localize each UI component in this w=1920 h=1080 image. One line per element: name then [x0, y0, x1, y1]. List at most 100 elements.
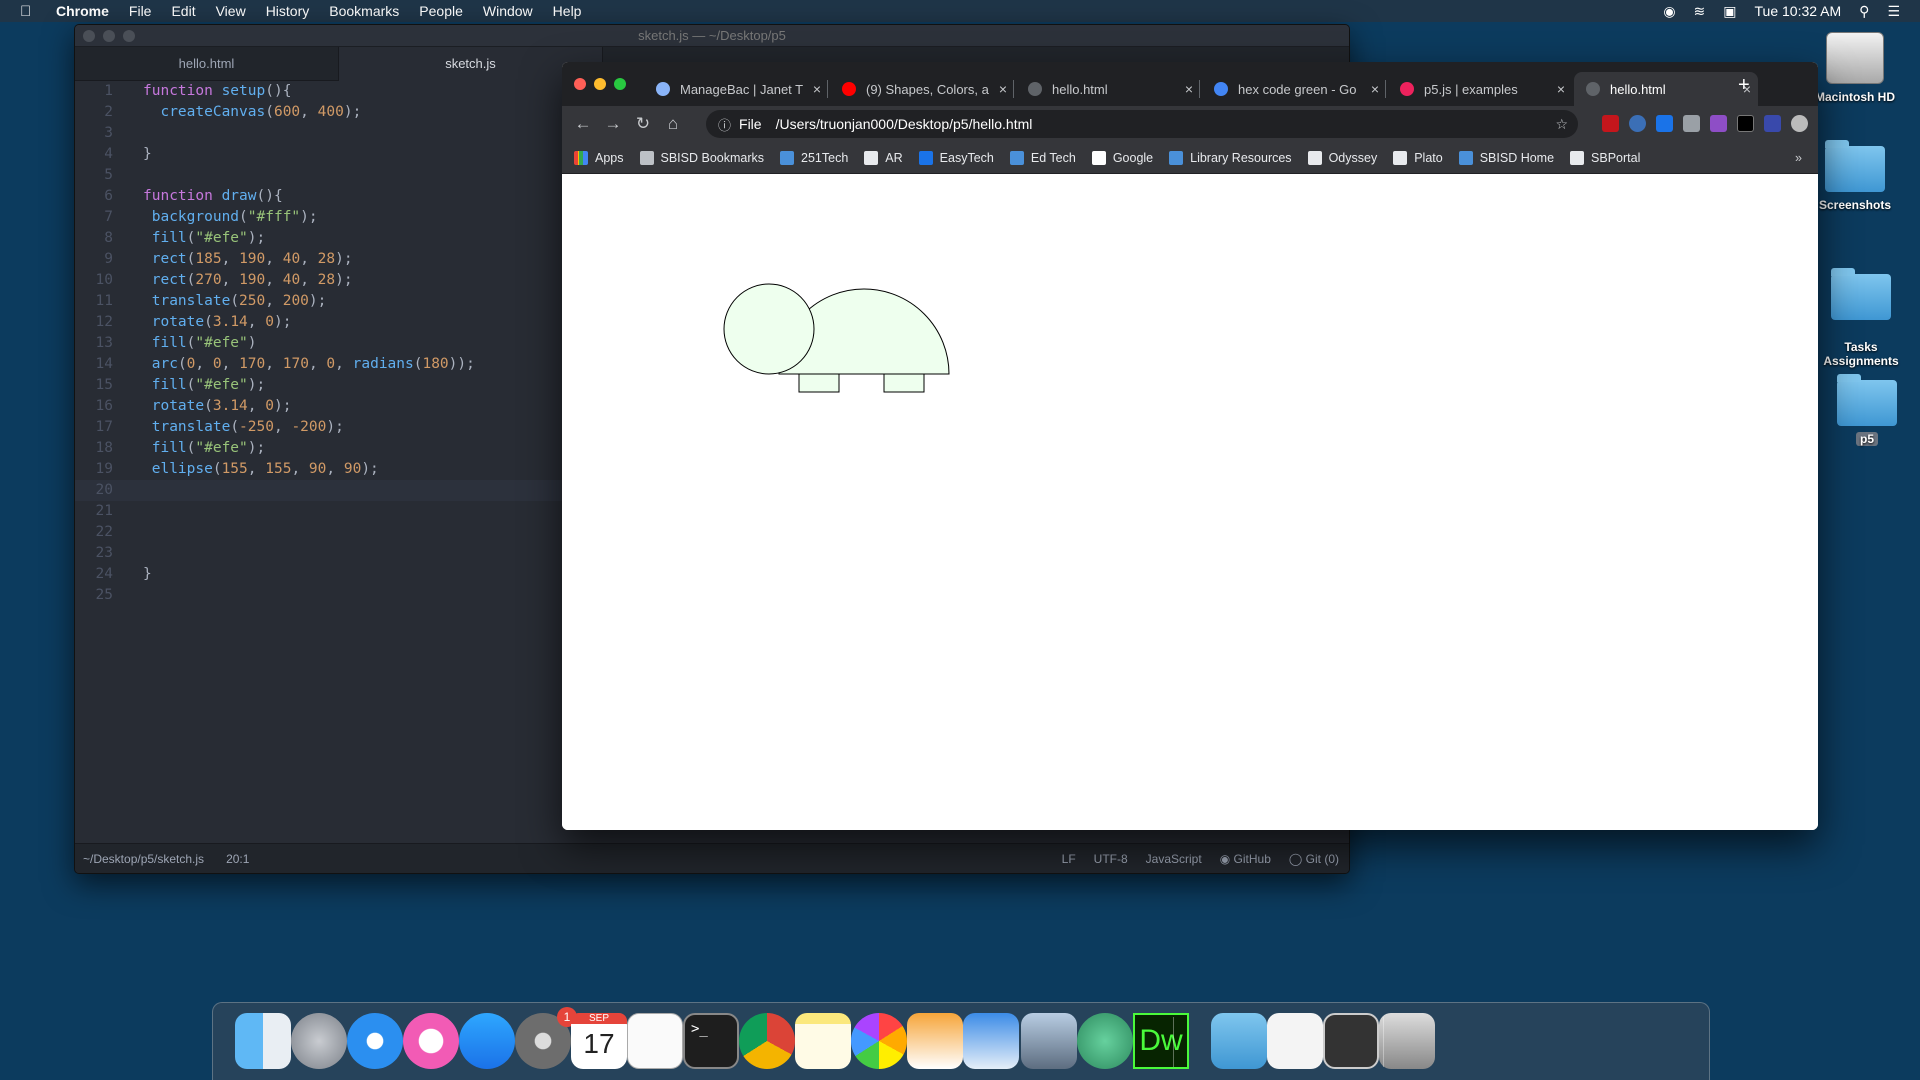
menu-edit[interactable]: Edit [171, 3, 195, 19]
line-number[interactable]: 20 [75, 480, 117, 501]
bookmark-item[interactable]: SBISD Home [1458, 150, 1554, 165]
status-encoding[interactable]: UTF-8 [1094, 852, 1128, 866]
minimize-window-button[interactable] [594, 78, 606, 90]
code-text[interactable]: ellipse(155, 155, 90, 90); [117, 459, 379, 480]
code-text[interactable] [117, 501, 143, 522]
address-bar[interactable]: ⓘ File /Users/truonjan000/Desktop/p5/hel… [706, 110, 1578, 138]
home-icon[interactable]: ⌂ [658, 114, 688, 134]
safari-icon[interactable] [347, 1013, 403, 1069]
back-arrow-icon[interactable]: ← [568, 114, 598, 134]
textedit-icon[interactable] [627, 1013, 683, 1069]
info-icon[interactable]: ⓘ [718, 115, 731, 134]
line-number[interactable]: 24 [75, 564, 117, 585]
tab-close-icon[interactable]: × [1364, 81, 1386, 97]
line-number[interactable]: 15 [75, 375, 117, 396]
c-extension-icon[interactable] [1764, 115, 1781, 132]
line-number[interactable]: 12 [75, 312, 117, 333]
bookmark-item[interactable]: 251Tech [780, 150, 848, 165]
line-number[interactable]: 19 [75, 459, 117, 480]
reload-icon[interactable]: ↻ [628, 114, 658, 134]
menu-clock[interactable]: Tue 10:32 AM [1755, 3, 1842, 19]
browser-tab[interactable]: hex code green - Go × [1202, 72, 1386, 106]
code-text[interactable]: rect(270, 190, 40, 28); [117, 270, 353, 291]
code-text[interactable] [117, 165, 143, 186]
code-text[interactable] [117, 543, 143, 564]
tab-close-icon[interactable]: × [992, 81, 1014, 97]
code-text[interactable] [117, 585, 143, 606]
line-number[interactable]: 17 [75, 417, 117, 438]
play-extension-icon[interactable] [1737, 115, 1754, 132]
calendar-icon[interactable]: SEP 17 [571, 1013, 627, 1069]
bookmark-item[interactable]: Ed Tech [1009, 150, 1076, 165]
status-github[interactable]: ◉ GitHub [1220, 852, 1271, 866]
purple-extension-icon[interactable] [1710, 115, 1727, 132]
line-number[interactable]: 3 [75, 123, 117, 144]
finder-icon[interactable] [235, 1013, 291, 1069]
line-number[interactable]: 9 [75, 249, 117, 270]
bookmark-item[interactable]: Google [1091, 150, 1153, 165]
close-window-button[interactable] [83, 30, 95, 42]
screenshot-icon[interactable] [1323, 1013, 1379, 1069]
atom-icon[interactable] [1077, 1013, 1133, 1069]
line-number[interactable]: 11 [75, 291, 117, 312]
line-number[interactable]: 1 [75, 81, 117, 102]
browser-tab[interactable]: ManageBac | Janet T × [644, 72, 828, 106]
minimize-window-button[interactable] [103, 30, 115, 42]
code-text[interactable]: fill("#efe"); [117, 375, 266, 396]
app-store-icon[interactable] [459, 1013, 515, 1069]
menu-people[interactable]: People [419, 3, 463, 19]
line-number[interactable]: 14 [75, 354, 117, 375]
p5-canvas-page[interactable] [562, 174, 1818, 830]
line-number[interactable]: 6 [75, 186, 117, 207]
line-number[interactable]: 21 [75, 501, 117, 522]
bookmark-item[interactable]: EasyTech [918, 150, 994, 165]
bookmark-item[interactable]: Apps [574, 150, 624, 165]
line-number[interactable]: 13 [75, 333, 117, 354]
line-number[interactable]: 4 [75, 144, 117, 165]
code-text[interactable]: arc(0, 0, 170, 170, 0, radians(180)); [117, 354, 475, 375]
status-grammar[interactable]: JavaScript [1146, 852, 1202, 866]
documents-icon[interactable] [1267, 1013, 1323, 1069]
zoom-window-button[interactable] [614, 78, 626, 90]
apple-menu-icon[interactable]:  [20, 3, 38, 20]
atom-tab-hello-html[interactable]: hello.html [75, 47, 339, 81]
line-number[interactable]: 23 [75, 543, 117, 564]
preview-icon[interactable] [1021, 1013, 1077, 1069]
code-text[interactable]: rect(185, 190, 40, 28); [117, 249, 353, 270]
code-text[interactable] [117, 522, 143, 543]
zoom-window-button[interactable] [123, 30, 135, 42]
code-text[interactable] [117, 480, 143, 501]
bookmark-item[interactable]: Library Resources [1169, 150, 1292, 165]
trash-icon[interactable] [1379, 1013, 1435, 1069]
shield-blue-extension-icon[interactable] [1656, 115, 1673, 132]
desktop-icon-tasks-assignments[interactable]: Tasks Assignments [1806, 260, 1916, 382]
code-text[interactable]: } [117, 564, 152, 585]
line-number[interactable]: 18 [75, 438, 117, 459]
adblock-extension-icon[interactable] [1602, 115, 1619, 132]
browser-tab[interactable]: hello.html × [1574, 72, 1758, 106]
line-number[interactable]: 16 [75, 396, 117, 417]
code-text[interactable]: fill("#efe") [117, 333, 257, 354]
desktop-icon-p5[interactable]: p5 [1812, 374, 1920, 446]
code-text[interactable]: fill("#efe"); [117, 438, 266, 459]
creative-cloud-icon[interactable]: ◉ [1663, 3, 1675, 20]
notification-center-icon[interactable]: ☰ [1887, 3, 1900, 20]
status-git[interactable]: ◯ Git (0) [1289, 852, 1339, 866]
g-extension-icon[interactable] [1683, 115, 1700, 132]
line-number[interactable]: 25 [75, 585, 117, 606]
close-window-button[interactable] [574, 78, 586, 90]
bookmark-item[interactable]: Odyssey [1307, 150, 1377, 165]
code-text[interactable]: rotate(3.14, 0); [117, 312, 292, 333]
code-text[interactable]: fill("#efe"); [117, 228, 266, 249]
code-text[interactable]: function setup(){ [117, 81, 291, 102]
shield-extension-icon[interactable] [1629, 115, 1646, 132]
bookmark-item[interactable]: SBISD Bookmarks [639, 150, 764, 165]
browser-tab[interactable]: p5.js | examples × [1388, 72, 1572, 106]
address-url[interactable]: /Users/truonjan000/Desktop/p5/hello.html [776, 116, 1033, 132]
status-cursor-position[interactable]: 20:1 [226, 852, 249, 866]
bookmark-item[interactable]: AR [864, 150, 903, 165]
menu-history[interactable]: History [266, 3, 310, 19]
code-text[interactable]: } [117, 144, 152, 165]
status-line-ending[interactable]: LF [1062, 852, 1076, 866]
bookmarks-overflow-icon[interactable]: » [1795, 151, 1802, 165]
